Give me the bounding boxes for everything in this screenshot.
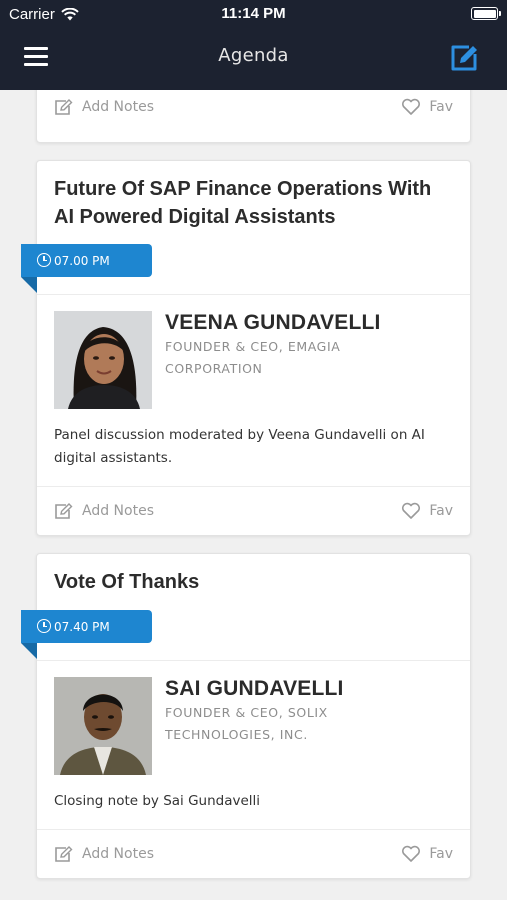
session-title: Future Of SAP Finance Operations With AI… — [54, 178, 432, 228]
fav-label: Fav — [429, 99, 453, 115]
edit-note-icon — [55, 503, 73, 519]
session-title: Vote Of Thanks — [54, 571, 200, 593]
session-description: Panel discussion moderated by Veena Gund… — [54, 427, 425, 466]
status-bar: Carrier 11:14 PM — [0, 0, 507, 28]
time-badge: 07.00 PM — [21, 244, 152, 293]
add-notes-button[interactable]: Add Notes — [54, 502, 154, 520]
nav-bar: Agenda — [0, 28, 507, 90]
speaker-avatar — [54, 311, 152, 409]
session-card-previous: Add Notes Fav — [36, 90, 471, 143]
speaker-role: FOUNDER & CEO, SOLIX TECHNOLOGIES, INC. — [165, 705, 328, 742]
fav-label: Fav — [429, 503, 453, 519]
session-time: 07.00 PM — [54, 253, 110, 268]
page-title: Agenda — [218, 45, 289, 66]
session-card[interactable]: Vote Of Thanks 07.40 PM SAI GUNDAVELLI F… — [21, 553, 471, 879]
clock-icon — [37, 253, 51, 267]
time-badge: 07.40 PM — [21, 610, 152, 659]
fav-button[interactable]: Fav — [401, 845, 453, 863]
speaker-avatar — [54, 677, 152, 775]
divider — [37, 486, 470, 487]
compose-icon[interactable] — [449, 43, 479, 73]
divider — [37, 660, 470, 661]
divider — [37, 829, 470, 830]
add-notes-label: Add Notes — [82, 503, 154, 519]
menu-icon[interactable] — [24, 47, 48, 67]
edit-note-icon — [55, 846, 73, 862]
clock-icon — [37, 619, 51, 633]
speaker-name: SAI GUNDAVELLI — [165, 677, 344, 700]
speaker-photo[interactable] — [54, 677, 152, 775]
top-bar: Carrier 11:14 PM Agenda — [0, 0, 507, 90]
heart-icon — [402, 845, 421, 862]
speaker-role: FOUNDER & CEO, EMAGIA CORPORATION — [165, 339, 341, 376]
add-notes-button[interactable]: Add Notes — [54, 845, 154, 863]
add-notes-label: Add Notes — [82, 99, 154, 115]
speaker-name: VEENA GUNDAVELLI — [165, 311, 381, 334]
session-description: Closing note by Sai Gundavelli — [54, 793, 261, 809]
add-notes-button[interactable]: Add Notes — [54, 98, 154, 116]
session-time: 07.40 PM — [54, 619, 110, 634]
battery-icon — [471, 7, 501, 20]
heart-icon — [402, 502, 421, 519]
fav-button[interactable]: Fav — [401, 502, 453, 520]
fav-label: Fav — [429, 846, 453, 862]
session-card[interactable]: Future Of SAP Finance Operations With AI… — [21, 160, 471, 536]
add-notes-label: Add Notes — [82, 846, 154, 862]
edit-note-icon — [55, 99, 73, 115]
heart-icon — [402, 98, 421, 115]
agenda-list[interactable]: Add Notes Fav Future Of SAP Finance Oper… — [0, 90, 507, 900]
fav-button[interactable]: Fav — [401, 98, 453, 116]
speaker-photo[interactable] — [54, 311, 152, 409]
divider — [37, 294, 470, 295]
status-time: 11:14 PM — [221, 5, 286, 22]
